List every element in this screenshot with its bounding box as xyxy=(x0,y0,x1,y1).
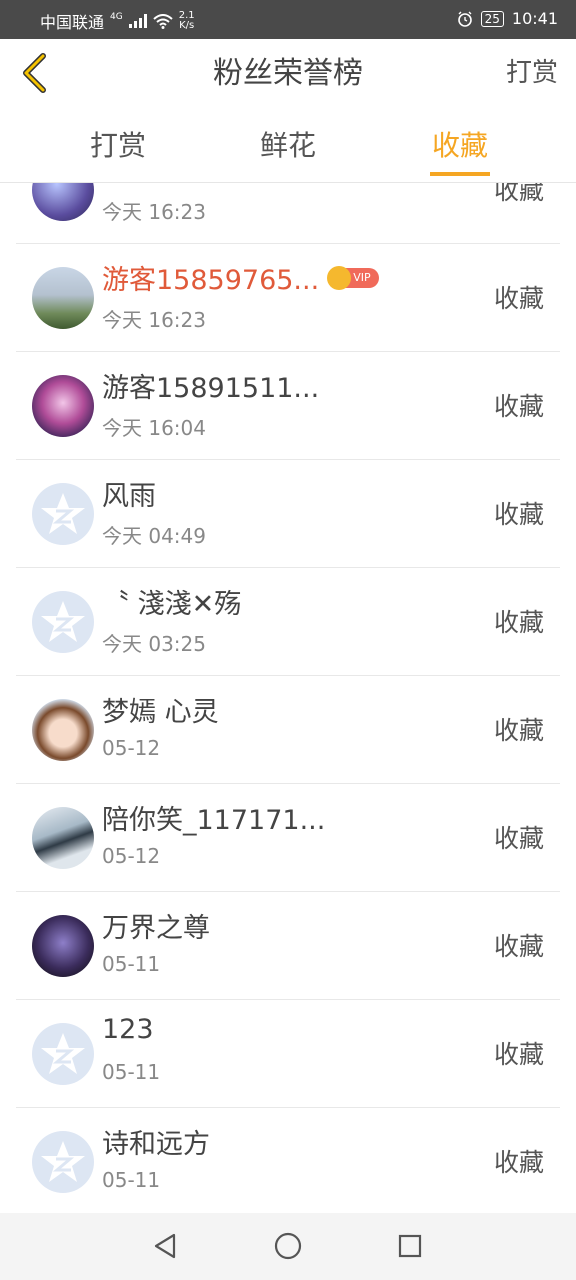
user-name: 梦嫣 心灵 xyxy=(102,697,219,728)
back-nav-button[interactable] xyxy=(150,1231,180,1261)
list-item[interactable]: 游客15891511... 今天 16:04 收藏 xyxy=(16,352,560,460)
avatar[interactable] xyxy=(32,699,94,761)
time-label: 今天 16:23 xyxy=(102,308,206,332)
time-label: 05-12 xyxy=(102,844,161,868)
default-star-icon xyxy=(41,493,85,534)
clock: 10:41 xyxy=(511,9,558,28)
user-name: 〝 淺淺✕殇 xyxy=(102,589,242,620)
list-item[interactable]: 梦嫣 心灵 05-12 收藏 xyxy=(16,676,560,784)
list-item[interactable]: 〝 淺淺✕殇 今天 03:25 收藏 xyxy=(16,568,560,676)
status-bar: 中国联通 4G 2.1 K/s 25 10:41 xyxy=(0,0,576,39)
circle-home-icon xyxy=(274,1232,302,1260)
home-nav-button[interactable] xyxy=(273,1231,303,1261)
avatar[interactable] xyxy=(32,915,94,977)
time-label: 05-11 xyxy=(102,1060,161,1084)
default-avatar[interactable] xyxy=(32,1023,94,1085)
wifi-icon xyxy=(153,13,173,29)
user-name: 123 xyxy=(102,1014,154,1045)
avatar[interactable] xyxy=(32,267,94,329)
triangle-back-icon xyxy=(154,1233,176,1259)
list-item[interactable]: 诗和远方 05-11 收藏 xyxy=(16,1108,560,1213)
page-title: 粉丝荣誉榜 xyxy=(213,56,363,91)
list-item[interactable]: 游客15859765... VIP 今天 16:23 收藏 xyxy=(16,244,560,352)
list-item[interactable]: … 今天 16:23 收藏 xyxy=(16,183,560,244)
action-label: 收藏 xyxy=(493,932,544,961)
user-name: 风雨 xyxy=(102,481,156,512)
action-label: 收藏 xyxy=(493,1040,544,1069)
list-item[interactable]: 风雨 今天 04:49 收藏 xyxy=(16,460,560,568)
action-label: 收藏 xyxy=(493,392,544,421)
tab-reward[interactable]: 打赏 xyxy=(48,108,188,182)
tab-favorites[interactable]: 收藏 xyxy=(390,108,530,182)
fan-list[interactable]: … 今天 16:23 收藏 游客15859765... VIP 今天 16:23… xyxy=(16,183,560,1213)
action-label: 收藏 xyxy=(493,824,544,853)
default-avatar[interactable] xyxy=(32,483,94,545)
default-avatar[interactable] xyxy=(32,1131,94,1193)
avatar[interactable] xyxy=(32,807,94,869)
action-label: 收藏 xyxy=(493,284,544,313)
time-label: 今天 16:23 xyxy=(102,200,206,224)
user-name: 游客15859765... VIP xyxy=(102,258,379,297)
signal-icon xyxy=(128,14,147,28)
default-avatar[interactable] xyxy=(32,591,94,653)
user-name: 陪你笑_117171... xyxy=(102,805,326,836)
avatar[interactable] xyxy=(32,183,94,221)
user-name: 万界之尊 xyxy=(102,913,210,944)
time-label: 今天 16:04 xyxy=(102,416,206,440)
time-label: 05-12 xyxy=(102,736,161,760)
time-label: 今天 04:49 xyxy=(102,524,206,548)
nav-bar: 粉丝荣誉榜 打赏 xyxy=(0,39,576,109)
time-label: 05-11 xyxy=(102,952,161,976)
time-label: 今天 03:25 xyxy=(102,632,206,656)
list-item[interactable]: 万界之尊 05-11 收藏 xyxy=(16,892,560,1000)
action-label: 收藏 xyxy=(493,1148,544,1177)
reward-button[interactable]: 打赏 xyxy=(506,39,558,108)
list-item[interactable]: 123 05-11 收藏 xyxy=(16,1000,560,1108)
crown-icon xyxy=(327,265,352,290)
carrier-label: 中国联通 xyxy=(40,13,105,32)
default-star-icon xyxy=(41,1033,85,1074)
alarm-icon xyxy=(457,11,473,27)
system-nav-bar xyxy=(0,1213,576,1280)
network-type: 4G xyxy=(110,12,123,22)
list-item[interactable]: 陪你笑_117171... 05-12 收藏 xyxy=(16,784,560,892)
action-label: 收藏 xyxy=(493,608,544,637)
square-recents-icon xyxy=(398,1234,422,1258)
action-label: 收藏 xyxy=(493,716,544,745)
active-tab-indicator xyxy=(430,172,490,176)
default-star-icon xyxy=(41,601,85,642)
time-label: 05-11 xyxy=(102,1168,161,1192)
user-name: 游客15891511... xyxy=(102,373,320,404)
recents-nav-button[interactable] xyxy=(395,1231,425,1261)
battery-indicator: 25 xyxy=(480,10,504,27)
vip-badge: VIP xyxy=(327,265,379,290)
tab-flowers[interactable]: 鲜花 xyxy=(218,108,358,182)
user-name: 诗和远方 xyxy=(102,1129,210,1160)
action-label: 收藏 xyxy=(493,500,544,529)
avatar[interactable] xyxy=(32,375,94,437)
network-speed: 2.1 K/s xyxy=(178,10,195,31)
default-star-icon xyxy=(41,1141,85,1182)
action-label: 收藏 xyxy=(493,183,544,205)
